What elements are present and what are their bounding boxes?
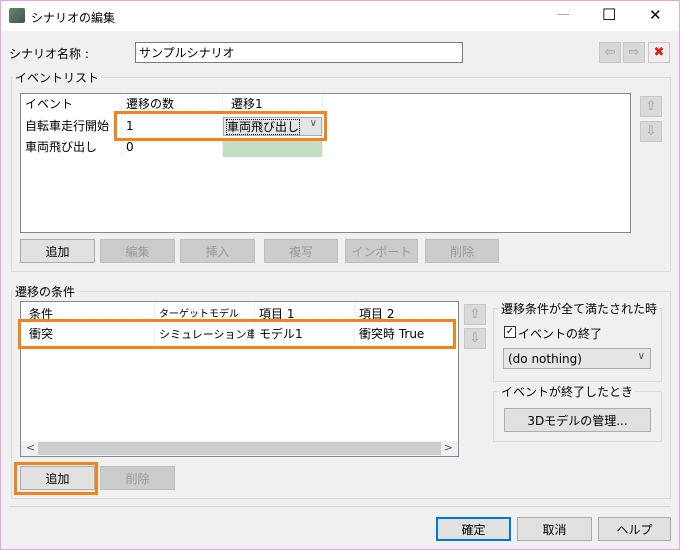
scrollbar-thumb[interactable] (38, 442, 441, 455)
scenario-name-input[interactable] (135, 42, 463, 63)
column-header-event[interactable]: イベント (21, 95, 121, 114)
manage-3d-models-button[interactable]: 3Dモデルの管理... (504, 408, 651, 432)
ok-button[interactable]: 確定 (436, 517, 511, 541)
condition-down-icon[interactable]: ⇩ (464, 328, 486, 349)
event-name: 車両飛び出し (25, 140, 98, 154)
highlight-box (114, 111, 327, 141)
next-arrow-icon[interactable]: ⇨ (623, 42, 645, 63)
scenario-name-label: シナリオ名称 : (9, 47, 89, 61)
maximize-button[interactable]: ☐ (602, 5, 616, 24)
close-button[interactable]: ✕ (649, 6, 662, 24)
condition-up-icon[interactable]: ⇧ (464, 304, 486, 325)
move-up-icon[interactable]: ⇧ (640, 96, 662, 117)
edit-event-button[interactable]: 編集 (100, 239, 175, 263)
prev-arrow-icon[interactable]: ⇦ (599, 42, 621, 63)
move-down-icon[interactable]: ⇩ (640, 121, 662, 142)
copy-event-button[interactable]: 複写 (264, 239, 338, 263)
highlight-box (14, 462, 98, 495)
app-icon (9, 8, 25, 23)
conditions-title: 遷移の条件 (13, 283, 78, 300)
delete-event-button[interactable]: 削除 (425, 239, 499, 263)
add-event-button[interactable]: 追加 (20, 239, 95, 263)
chevron-down-icon: ∨ (637, 351, 645, 362)
event-list-title: イベントリスト (13, 69, 102, 86)
window-title: シナリオの編集 (31, 11, 116, 25)
end-event-label[interactable]: イベントの終了 (518, 325, 602, 342)
help-button[interactable]: ヘルプ (598, 517, 671, 541)
action-select[interactable]: (do nothing) ∨ (503, 348, 651, 369)
event-name: 自転車走行開始 (25, 119, 110, 133)
scroll-right-icon[interactable]: > (444, 441, 453, 454)
delete-condition-button[interactable]: 削除 (100, 466, 175, 490)
end-event-checkbox[interactable]: ✓ (504, 326, 516, 338)
insert-event-button[interactable]: 挿入 (180, 239, 255, 263)
separator (9, 506, 671, 507)
import-event-button[interactable]: インポート (345, 239, 418, 263)
scroll-left-icon[interactable]: < (26, 441, 35, 454)
all-met-group (493, 308, 662, 382)
event-end-title: イベントが終了したとき (499, 383, 636, 400)
transition1-cell-empty[interactable] (223, 139, 322, 157)
all-met-title: 遷移条件が全て満たされた時 (499, 300, 660, 317)
cancel-button[interactable]: 取消 (517, 517, 592, 541)
action-select-value: (do nothing) (508, 352, 582, 366)
delete-icon[interactable]: ✖ (648, 42, 670, 63)
highlight-box (18, 319, 456, 349)
horizontal-scrollbar[interactable]: < > (21, 441, 458, 456)
minimize-button[interactable]: — (557, 7, 570, 22)
title-bar: シナリオの編集 — ☐ ✕ (1, 1, 679, 31)
